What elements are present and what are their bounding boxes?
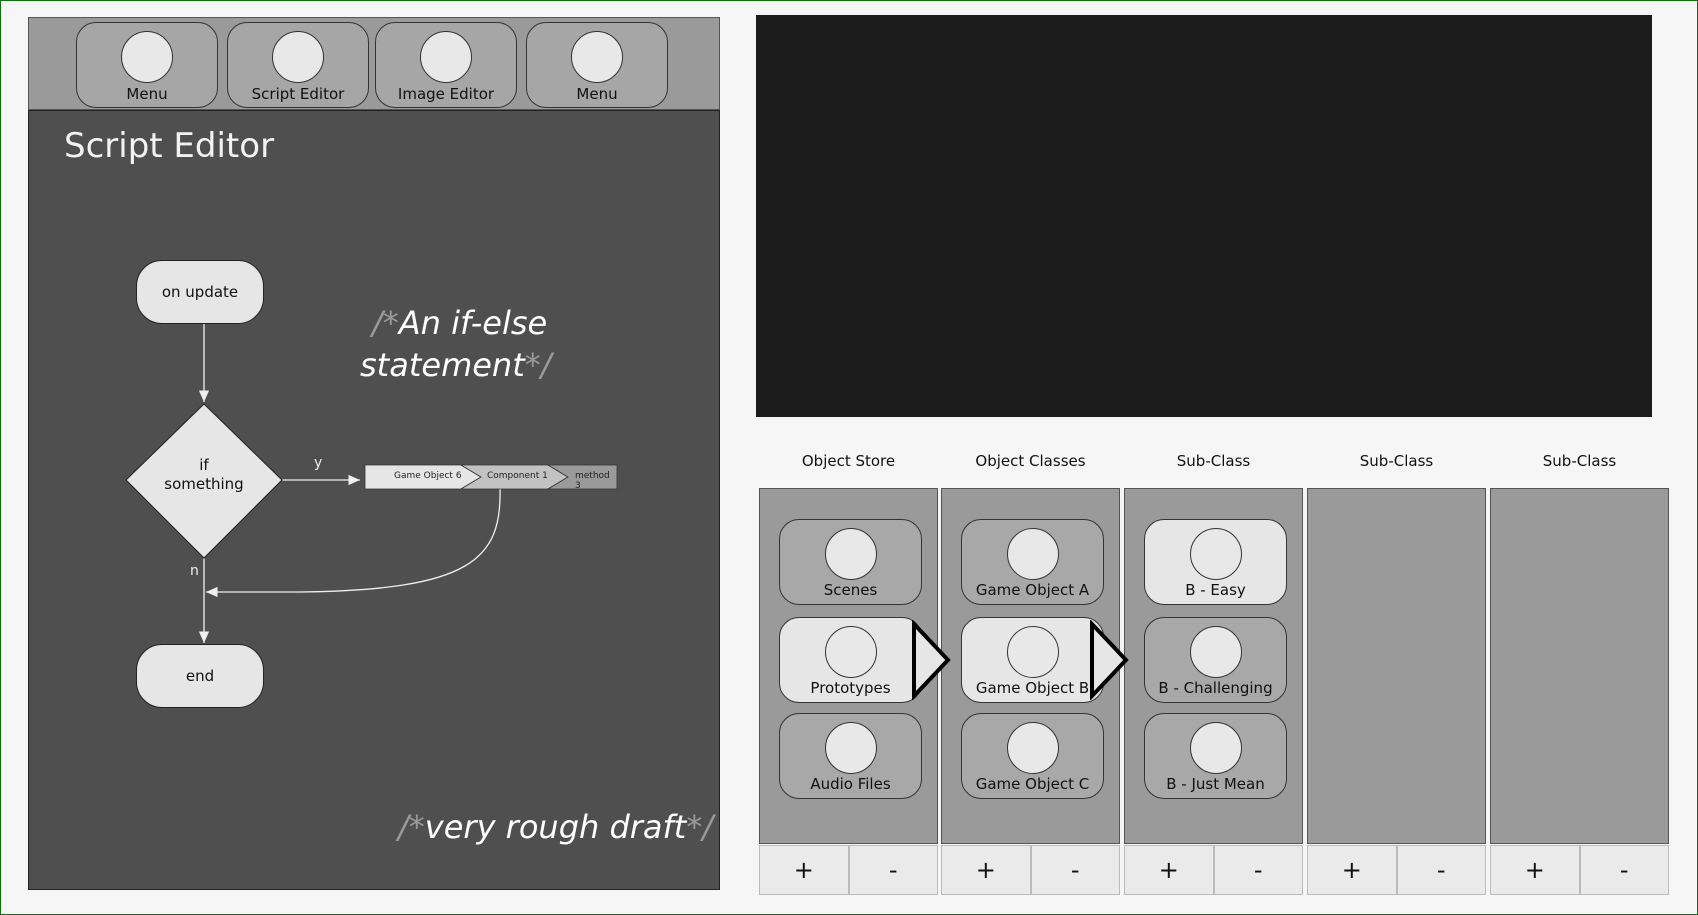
remove-button[interactable]: - bbox=[1030, 845, 1120, 895]
list-item-label: Audio Files bbox=[810, 775, 891, 793]
chain-item[interactable]: Game Object 6 bbox=[394, 471, 462, 481]
sub-class-panel-3 bbox=[1490, 488, 1669, 844]
list-item-label: Game Object C bbox=[975, 775, 1090, 793]
decision-label-line2: something bbox=[164, 475, 244, 493]
selection-arrow-icon bbox=[1090, 620, 1129, 700]
comment-if-else: /*An if-else statement*/ bbox=[360, 302, 552, 386]
image-editor-button[interactable]: Image Editor bbox=[375, 22, 517, 108]
end-node[interactable]: end bbox=[136, 644, 264, 708]
start-node[interactable]: on update bbox=[136, 260, 264, 324]
list-item-game-object-a[interactable]: Game Object A bbox=[961, 519, 1104, 605]
page-title: Script Editor bbox=[64, 126, 275, 166]
list-item-scenes[interactable]: Scenes bbox=[779, 519, 922, 605]
list-item-label: B - Just Mean bbox=[1166, 775, 1265, 793]
list-item-b-challenging[interactable]: B - Challenging bbox=[1144, 617, 1287, 703]
list-item-label: B - Easy bbox=[1185, 581, 1246, 599]
list-item-game-object-c[interactable]: Game Object C bbox=[961, 713, 1104, 799]
image-editor-button-label: Image Editor bbox=[397, 85, 495, 103]
object-classes-controls: + - bbox=[941, 845, 1120, 895]
chain-item[interactable]: method 3 bbox=[575, 471, 617, 491]
sub-class-1-controls: + - bbox=[1124, 845, 1303, 895]
sub-class-panel-1: B - Easy B - Challenging B - Just Mean bbox=[1124, 488, 1303, 844]
add-button[interactable]: + bbox=[759, 845, 849, 895]
audio-files-icon bbox=[824, 722, 877, 774]
add-button[interactable]: + bbox=[1124, 845, 1214, 895]
sub-class-icon bbox=[1189, 626, 1242, 678]
script-editor-button-label: Script Editor bbox=[251, 85, 345, 103]
comment-open: /* bbox=[372, 304, 399, 342]
chain-item[interactable]: Component 1 bbox=[487, 471, 548, 481]
remove-button[interactable]: - bbox=[1213, 845, 1303, 895]
prototypes-icon bbox=[824, 626, 877, 678]
add-button[interactable]: + bbox=[941, 845, 1031, 895]
menu-icon bbox=[121, 31, 173, 83]
scene-viewport[interactable] bbox=[756, 15, 1652, 417]
comment-open: /* bbox=[398, 808, 425, 846]
decision-label-line1: if bbox=[199, 456, 209, 474]
menu-button-label: Menu bbox=[576, 85, 618, 103]
list-item-game-object-b[interactable]: Game Object B bbox=[961, 617, 1104, 703]
column-header-sub-class-2: Sub-Class bbox=[1359, 452, 1434, 470]
sub-class-icon bbox=[1189, 722, 1242, 774]
game-object-icon bbox=[1006, 528, 1059, 580]
sub-class-2-controls: + - bbox=[1307, 845, 1486, 895]
comment-close: */ bbox=[686, 808, 714, 846]
branch-yes-label: y bbox=[314, 455, 323, 471]
menu-button-label: Menu bbox=[126, 85, 168, 103]
comment-rough-draft: /*very rough draft*/ bbox=[398, 808, 713, 846]
scenes-icon bbox=[824, 528, 877, 580]
list-item-b-easy[interactable]: B - Easy bbox=[1144, 519, 1287, 605]
column-header-sub-class-3: Sub-Class bbox=[1542, 452, 1617, 470]
game-object-icon bbox=[1006, 722, 1059, 774]
image-editor-icon bbox=[420, 31, 472, 83]
comment-line1: An if-else bbox=[398, 304, 548, 342]
remove-button[interactable]: - bbox=[848, 845, 938, 895]
object-store-controls: + - bbox=[759, 845, 938, 895]
menu-button-2[interactable]: Menu bbox=[526, 22, 668, 108]
list-item-b-just-mean[interactable]: B - Just Mean bbox=[1144, 713, 1287, 799]
script-editor-icon bbox=[272, 31, 324, 83]
list-item-audio-files[interactable]: Audio Files bbox=[779, 713, 922, 799]
list-item-label: Prototypes bbox=[810, 679, 891, 697]
add-button[interactable]: + bbox=[1490, 845, 1580, 895]
selection-arrow-icon bbox=[912, 620, 951, 700]
list-item-label: Scenes bbox=[823, 581, 878, 599]
script-editor-button[interactable]: Script Editor bbox=[227, 22, 369, 108]
game-object-icon bbox=[1006, 626, 1059, 678]
sub-class-panel-2 bbox=[1307, 488, 1486, 844]
remove-button[interactable]: - bbox=[1396, 845, 1486, 895]
comment-close: */ bbox=[524, 346, 552, 384]
comment-line2: statement bbox=[360, 346, 525, 384]
column-header-sub-class-1: Sub-Class bbox=[1176, 452, 1251, 470]
remove-button[interactable]: - bbox=[1579, 845, 1669, 895]
comment-text: very rough draft bbox=[424, 808, 687, 846]
script-editor-panel: Script Editor bbox=[28, 110, 720, 890]
list-item-label: Game Object A bbox=[975, 581, 1090, 599]
method-chain[interactable]: Game Object 6 Component 1 method 3 bbox=[365, 465, 617, 491]
menu-icon bbox=[571, 31, 623, 83]
decision-node[interactable]: if something bbox=[126, 456, 282, 494]
list-item-prototypes[interactable]: Prototypes bbox=[779, 617, 922, 703]
list-item-label: Game Object B bbox=[975, 679, 1090, 697]
toolbar: Menu Script Editor Image Editor Menu bbox=[28, 17, 720, 110]
menu-button-1[interactable]: Menu bbox=[76, 22, 218, 108]
branch-no-label: n bbox=[190, 563, 199, 579]
column-header-object-store: Object Store bbox=[801, 452, 896, 470]
add-button[interactable]: + bbox=[1307, 845, 1397, 895]
column-header-object-classes: Object Classes bbox=[975, 452, 1086, 470]
sub-class-icon bbox=[1189, 528, 1242, 580]
list-item-label: B - Challenging bbox=[1158, 679, 1273, 697]
sub-class-3-controls: + - bbox=[1490, 845, 1669, 895]
